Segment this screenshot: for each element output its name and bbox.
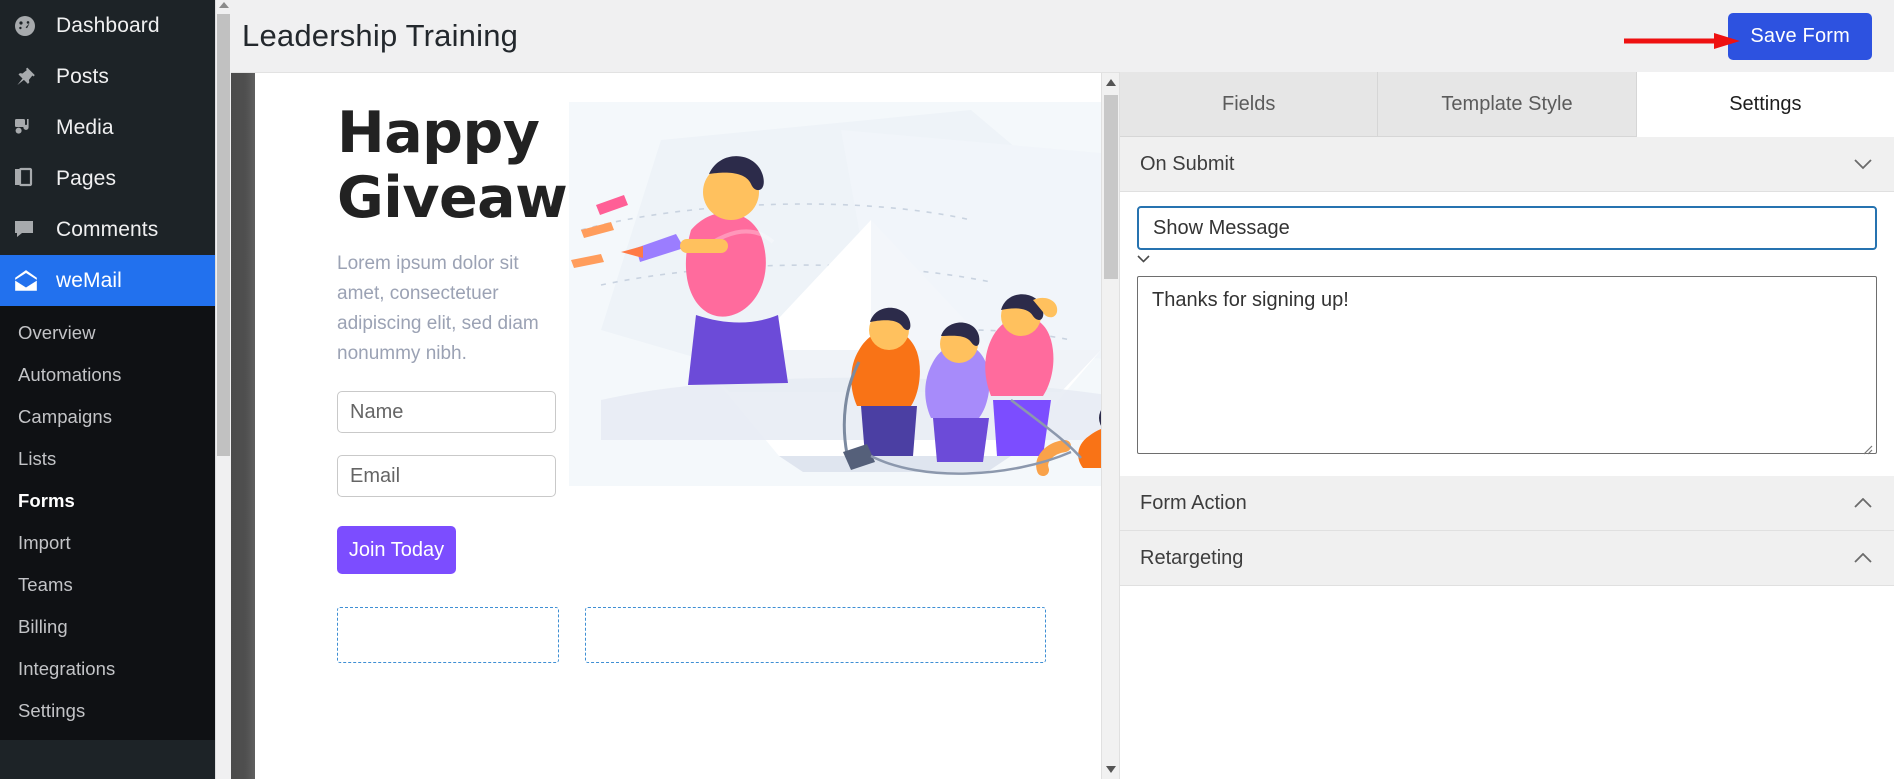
sidebar-item-wemail[interactable]: weMail <box>0 255 215 306</box>
accordion-form-action-label: Form Action <box>1140 491 1247 514</box>
name-input-placeholder: Name <box>350 400 404 423</box>
sidebar-item-media[interactable]: Media <box>0 102 215 153</box>
chevron-down-icon <box>1854 158 1872 170</box>
tab-template-style[interactable]: Template Style <box>1378 72 1637 137</box>
sidebar-item-dashboard[interactable]: Dashboard <box>0 0 215 51</box>
accordion-retargeting-label: Retargeting <box>1140 546 1244 569</box>
settings-panel: Fields Template Style Settings On Submit… <box>1119 72 1894 779</box>
chevron-down-icon <box>1137 250 1150 267</box>
sidebar-item-integrations[interactable]: Integrations <box>0 648 215 690</box>
sidebar-item-teams[interactable]: Teams <box>0 564 215 606</box>
canvas-scrollbar[interactable] <box>1101 73 1119 779</box>
canvas-scroll-down-icon[interactable] <box>1106 766 1116 773</box>
sidebar-item-campaigns[interactable]: Campaigns <box>0 396 215 438</box>
sidebar-item-settings[interactable]: Settings <box>0 690 215 732</box>
page-header: Leadership Training Save Form <box>231 0 1894 72</box>
sidebar-item-label: Posts <box>56 64 110 88</box>
sidebar-item-label: Pages <box>56 166 117 190</box>
email-input[interactable]: Email <box>337 455 556 497</box>
dropzone-row <box>337 607 1101 663</box>
tab-settings[interactable]: Settings <box>1636 72 1894 137</box>
form-builder: Happy Giveaway Lorem ipsum dolor sit ame… <box>231 72 1894 779</box>
pin-icon <box>13 63 45 91</box>
chevron-up-icon <box>1854 497 1872 509</box>
sidebar-item-posts[interactable]: Posts <box>0 51 215 102</box>
page-title: Leadership Training <box>242 18 519 53</box>
form-preview: Happy Giveaway Lorem ipsum dolor sit ame… <box>255 73 1101 663</box>
sidebar-item-import[interactable]: Import <box>0 522 215 564</box>
accordion-retargeting[interactable]: Retargeting <box>1120 531 1894 586</box>
form-canvas-container: Happy Giveaway Lorem ipsum dolor sit ame… <box>231 72 1119 779</box>
annotation-arrow-icon <box>1624 33 1740 49</box>
join-today-button[interactable]: Join Today <box>337 526 456 574</box>
wp-admin-screen: Dashboard Posts Media Pages Comments weM… <box>0 0 1894 779</box>
on-submit-select[interactable]: Show Message <box>1137 206 1877 250</box>
dropzone-right[interactable] <box>585 607 1046 663</box>
save-form-button[interactable]: Save Form <box>1728 12 1872 60</box>
canvas-drag-rail[interactable] <box>231 73 255 779</box>
sidebar-item-overview[interactable]: Overview <box>0 312 215 354</box>
dashboard-icon <box>13 12 45 40</box>
success-message-textarea[interactable] <box>1137 276 1877 454</box>
form-heading: Happy Giveaway <box>337 100 641 231</box>
accordion-form-action[interactable]: Form Action <box>1120 476 1894 531</box>
message-textarea-wrap <box>1137 268 1877 459</box>
canvas-scrollbar-thumb[interactable] <box>1104 95 1118 279</box>
accordion-on-submit-label: On Submit <box>1140 152 1235 175</box>
scroll-up-arrow-icon[interactable] <box>219 2 229 8</box>
sidebar-item-label: weMail <box>56 268 122 292</box>
dropzone-left[interactable] <box>337 607 559 663</box>
comment-icon <box>13 216 45 244</box>
canvas-scroll-up-icon[interactable] <box>1106 79 1116 86</box>
page-scrollbar[interactable] <box>215 0 231 779</box>
panel-empty-space <box>1120 586 1894 779</box>
tab-fields[interactable]: Fields <box>1120 72 1379 137</box>
wemail-submenu: Overview Automations Campaigns Lists For… <box>0 306 215 740</box>
panel-tabs: Fields Template Style Settings <box>1120 72 1894 137</box>
sidebar-item-pages[interactable]: Pages <box>0 153 215 204</box>
sidebar-item-comments[interactable]: Comments <box>0 204 215 255</box>
envelope-icon <box>13 267 45 295</box>
accordion-on-submit[interactable]: On Submit <box>1120 137 1894 192</box>
form-subtext: Lorem ipsum dolor sit amet, consectetuer… <box>337 253 539 364</box>
pages-icon <box>13 165 45 193</box>
name-input[interactable]: Name <box>337 391 556 433</box>
sidebar-item-label: Comments <box>56 217 159 241</box>
chevron-up-icon <box>1854 552 1872 564</box>
on-submit-body: Show Message <box>1120 192 1894 476</box>
form-canvas: Happy Giveaway Lorem ipsum dolor sit ame… <box>255 73 1101 779</box>
on-submit-select-wrap: Show Message <box>1137 206 1877 268</box>
sidebar-item-forms[interactable]: Forms <box>0 480 215 522</box>
wp-admin-sidebar: Dashboard Posts Media Pages Comments weM… <box>0 0 215 779</box>
main-content: Leadership Training Save Form Happy Give… <box>231 0 1894 779</box>
email-input-placeholder: Email <box>350 464 401 487</box>
sidebar-item-automations[interactable]: Automations <box>0 354 215 396</box>
media-icon <box>13 114 45 142</box>
page-scrollbar-thumb[interactable] <box>217 14 230 456</box>
sidebar-item-lists[interactable]: Lists <box>0 438 215 480</box>
sidebar-item-label: Dashboard <box>56 13 160 37</box>
sidebar-item-label: Media <box>56 115 114 139</box>
sidebar-item-billing[interactable]: Billing <box>0 606 215 648</box>
